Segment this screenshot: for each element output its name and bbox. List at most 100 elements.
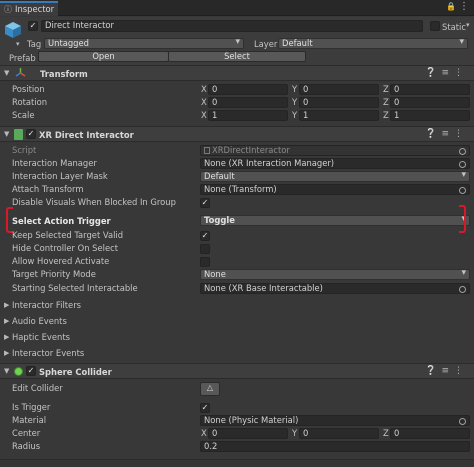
center-y-field[interactable]: 0 [299, 428, 379, 439]
preset-icon[interactable]: ≡ [441, 129, 454, 139]
name-field[interactable]: Direct Interactor [41, 20, 423, 32]
transform-icon [15, 67, 26, 80]
is-trigger-checkbox[interactable]: ✓ [200, 403, 210, 413]
edit-collider-button[interactable]: △ [200, 382, 220, 396]
center-z-field[interactable]: 0 [390, 428, 470, 439]
foldout-label: Haptic Events [12, 332, 70, 342]
position-row: Position X 0 Y 0 Z 0 [0, 83, 474, 96]
position-label: Position [12, 84, 45, 94]
foldout-label: Interactor Filters [12, 300, 82, 310]
xr-enabled-toggle[interactable]: ✓ [26, 129, 36, 139]
x-label[interactable]: X [201, 110, 207, 120]
target-priority-label: Target Priority Mode [12, 269, 96, 279]
script-field[interactable]: XRDirectInteractor [200, 145, 470, 156]
material-row: Material None (Physic Material) [0, 414, 474, 427]
cube-icon [4, 21, 22, 39]
expand-icon[interactable]: ▶ [4, 333, 9, 341]
component-header-icons[interactable]: ❔≡⋮ [425, 129, 468, 139]
active-toggle[interactable]: ✓ [28, 21, 38, 31]
interaction-manager-field[interactable]: None (XR Interaction Manager) [200, 158, 470, 169]
interaction-layer-mask-dropdown[interactable]: Default [200, 171, 470, 182]
position-y-field[interactable]: 0 [299, 84, 379, 95]
interaction-manager-label: Interaction Manager [12, 158, 97, 168]
foldout-haptic-events[interactable]: ▶ Haptic Events [0, 331, 474, 344]
collapse-icon[interactable]: ▼ [4, 130, 9, 138]
rotation-y-field[interactable]: 0 [299, 97, 379, 108]
preset-icon[interactable]: ≡ [441, 68, 454, 78]
keep-selected-checkbox[interactable]: ✓ [200, 231, 210, 241]
starting-selected-row: Starting Selected Interactable None (XR … [0, 282, 474, 295]
z-label[interactable]: Z [383, 110, 389, 120]
scale-z-field[interactable]: 1 [390, 110, 470, 121]
more-icon[interactable]: ⋮ [454, 366, 468, 376]
interaction-manager-row: Interaction Manager None (XR Interaction… [0, 157, 474, 170]
collapse-icon[interactable]: ▼ [4, 69, 9, 77]
material-label: Material [12, 415, 47, 425]
menu-icon[interactable]: ⋮ [459, 1, 469, 12]
position-x-field[interactable]: 0 [208, 84, 288, 95]
rotation-label: Rotation [12, 97, 48, 107]
cube-dropdown-icon[interactable]: ▾ [16, 40, 20, 48]
more-icon[interactable]: ⋮ [454, 129, 468, 139]
x-label[interactable]: X [201, 428, 207, 438]
y-label[interactable]: Y [292, 110, 297, 120]
hide-controller-checkbox[interactable] [200, 244, 210, 254]
starting-selected-field[interactable]: None (XR Base Interactable) [200, 283, 470, 294]
foldout-interactor-events[interactable]: ▶ Interactor Events [0, 347, 474, 360]
center-x-field[interactable]: 0 [208, 428, 288, 439]
rotation-z-field[interactable]: 0 [390, 97, 470, 108]
sphere-enabled-toggle[interactable]: ✓ [26, 366, 36, 376]
expand-icon[interactable]: ▶ [4, 349, 9, 357]
y-label[interactable]: Y [292, 428, 297, 438]
expand-icon[interactable]: ▶ [4, 317, 9, 325]
target-priority-dropdown[interactable]: None [200, 269, 470, 280]
y-label[interactable]: Y [292, 84, 297, 94]
hide-controller-row: Hide Controller On Select [0, 242, 474, 255]
expand-icon[interactable]: ▶ [4, 301, 9, 309]
allow-hovered-label: Allow Hovered Activate [12, 256, 110, 266]
attach-transform-field[interactable]: None (Transform) [200, 184, 470, 195]
radius-field[interactable]: 0.2 [200, 441, 470, 452]
edit-collider-icon: △ [206, 383, 214, 392]
sphere-collider-header[interactable]: ▼ ✓ Sphere Collider ❔≡⋮ [0, 363, 474, 379]
y-label[interactable]: Y [292, 97, 297, 107]
rotation-x-field[interactable]: 0 [208, 97, 288, 108]
target-priority-row: Target Priority Mode None [0, 268, 474, 281]
lock-icon[interactable]: 🔒 [446, 2, 456, 11]
help-icon[interactable]: ❔ [425, 68, 441, 78]
static-dropdown-icon[interactable]: ▾ [466, 21, 470, 29]
disable-visuals-label: Disable Visuals When Blocked In Group [12, 197, 176, 207]
more-icon[interactable]: ⋮ [454, 68, 468, 78]
material-field[interactable]: None (Physic Material) [200, 415, 470, 426]
static-toggle[interactable] [430, 21, 440, 31]
foldout-audio-events[interactable]: ▶ Audio Events [0, 315, 474, 328]
edit-collider-label: Edit Collider [12, 383, 63, 393]
disable-visuals-checkbox[interactable]: ✓ [200, 198, 210, 208]
is-trigger-label: Is Trigger [12, 402, 51, 412]
prefab-select-button[interactable]: Select [168, 51, 306, 62]
scale-y-field[interactable]: 1 [299, 110, 379, 121]
z-label[interactable]: Z [383, 97, 389, 107]
z-label[interactable]: Z [383, 428, 389, 438]
select-action-trigger-label: Select Action Trigger [12, 216, 111, 226]
component-header-icons[interactable]: ❔≡⋮ [425, 366, 468, 376]
transform-header[interactable]: ▼ Transform ❔≡⋮ [0, 65, 474, 81]
tag-dropdown[interactable]: Untagged [44, 38, 244, 49]
scale-x-field[interactable]: 1 [208, 110, 288, 121]
preset-icon[interactable]: ≡ [441, 366, 454, 376]
x-label[interactable]: X [201, 84, 207, 94]
foldout-interactor-filters[interactable]: ▶ Interactor Filters [0, 299, 474, 312]
layer-dropdown[interactable]: Default [278, 38, 468, 49]
help-icon[interactable]: ❔ [425, 129, 441, 139]
z-label[interactable]: Z [383, 84, 389, 94]
position-z-field[interactable]: 0 [390, 84, 470, 95]
prefab-open-button[interactable]: Open [38, 51, 169, 62]
select-action-trigger-dropdown[interactable]: Toggle [200, 215, 470, 226]
allow-hovered-checkbox[interactable] [200, 257, 210, 267]
collapse-icon[interactable]: ▼ [4, 367, 9, 375]
xr-direct-interactor-header[interactable]: ▼ ✓ XR Direct Interactor ❔≡⋮ [0, 126, 474, 142]
help-icon[interactable]: ❔ [425, 366, 441, 376]
x-label[interactable]: X [201, 97, 207, 107]
component-header-icons[interactable]: ❔≡⋮ [425, 68, 468, 78]
tab-inspector[interactable]: ⓘ Inspector [0, 1, 58, 16]
